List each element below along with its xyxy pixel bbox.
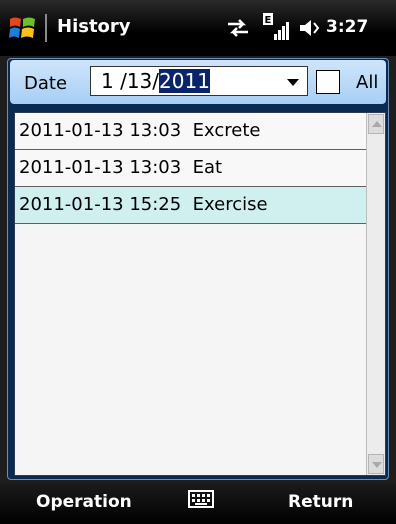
- filter-bar: Date 1 /13/2011 All: [10, 60, 386, 104]
- title-bar: History E 3:27: [0, 0, 396, 56]
- chevron-down-icon: [372, 462, 382, 468]
- all-label: All: [356, 72, 379, 93]
- operation-softkey[interactable]: Operation: [36, 492, 132, 512]
- chevron-up-icon: [372, 121, 382, 127]
- date-value-year-selected: 2011: [159, 69, 210, 93]
- scroll-up-button[interactable]: [368, 114, 384, 134]
- sync-icon[interactable]: [225, 17, 251, 39]
- list-item-selected[interactable]: 2011-01-13 15:25 Exercise: [15, 187, 367, 224]
- date-picker[interactable]: 1 /13/2011: [90, 66, 308, 96]
- clock[interactable]: 3:27: [326, 17, 368, 37]
- return-softkey[interactable]: Return: [288, 492, 353, 512]
- list-item[interactable]: 2011-01-13 13:03 Excrete: [15, 113, 367, 150]
- signal-icon[interactable]: E: [262, 12, 290, 42]
- svg-text:E: E: [265, 15, 272, 26]
- title-separator: [45, 14, 47, 42]
- windows-start-icon[interactable]: [8, 13, 38, 43]
- vertical-scrollbar[interactable]: [366, 113, 385, 475]
- page-title: History: [57, 16, 131, 37]
- sound-icon[interactable]: [298, 16, 322, 40]
- softkey-bar: Operation Return: [0, 482, 396, 524]
- date-value[interactable]: 1 /13/2011: [101, 69, 210, 93]
- date-label: Date: [24, 73, 68, 94]
- date-value-prefix: 1 /13/: [101, 69, 160, 93]
- keyboard-icon[interactable]: [188, 490, 214, 508]
- list-item[interactable]: 2011-01-13 13:03 Eat: [15, 150, 367, 187]
- scroll-down-button[interactable]: [368, 454, 384, 474]
- history-rows: 2011-01-13 13:03 Excrete 2011-01-13 13:0…: [15, 113, 367, 224]
- chevron-down-icon[interactable]: [287, 79, 299, 86]
- all-checkbox[interactable]: [316, 70, 340, 94]
- history-list[interactable]: 2011-01-13 13:03 Excrete 2011-01-13 13:0…: [14, 112, 386, 476]
